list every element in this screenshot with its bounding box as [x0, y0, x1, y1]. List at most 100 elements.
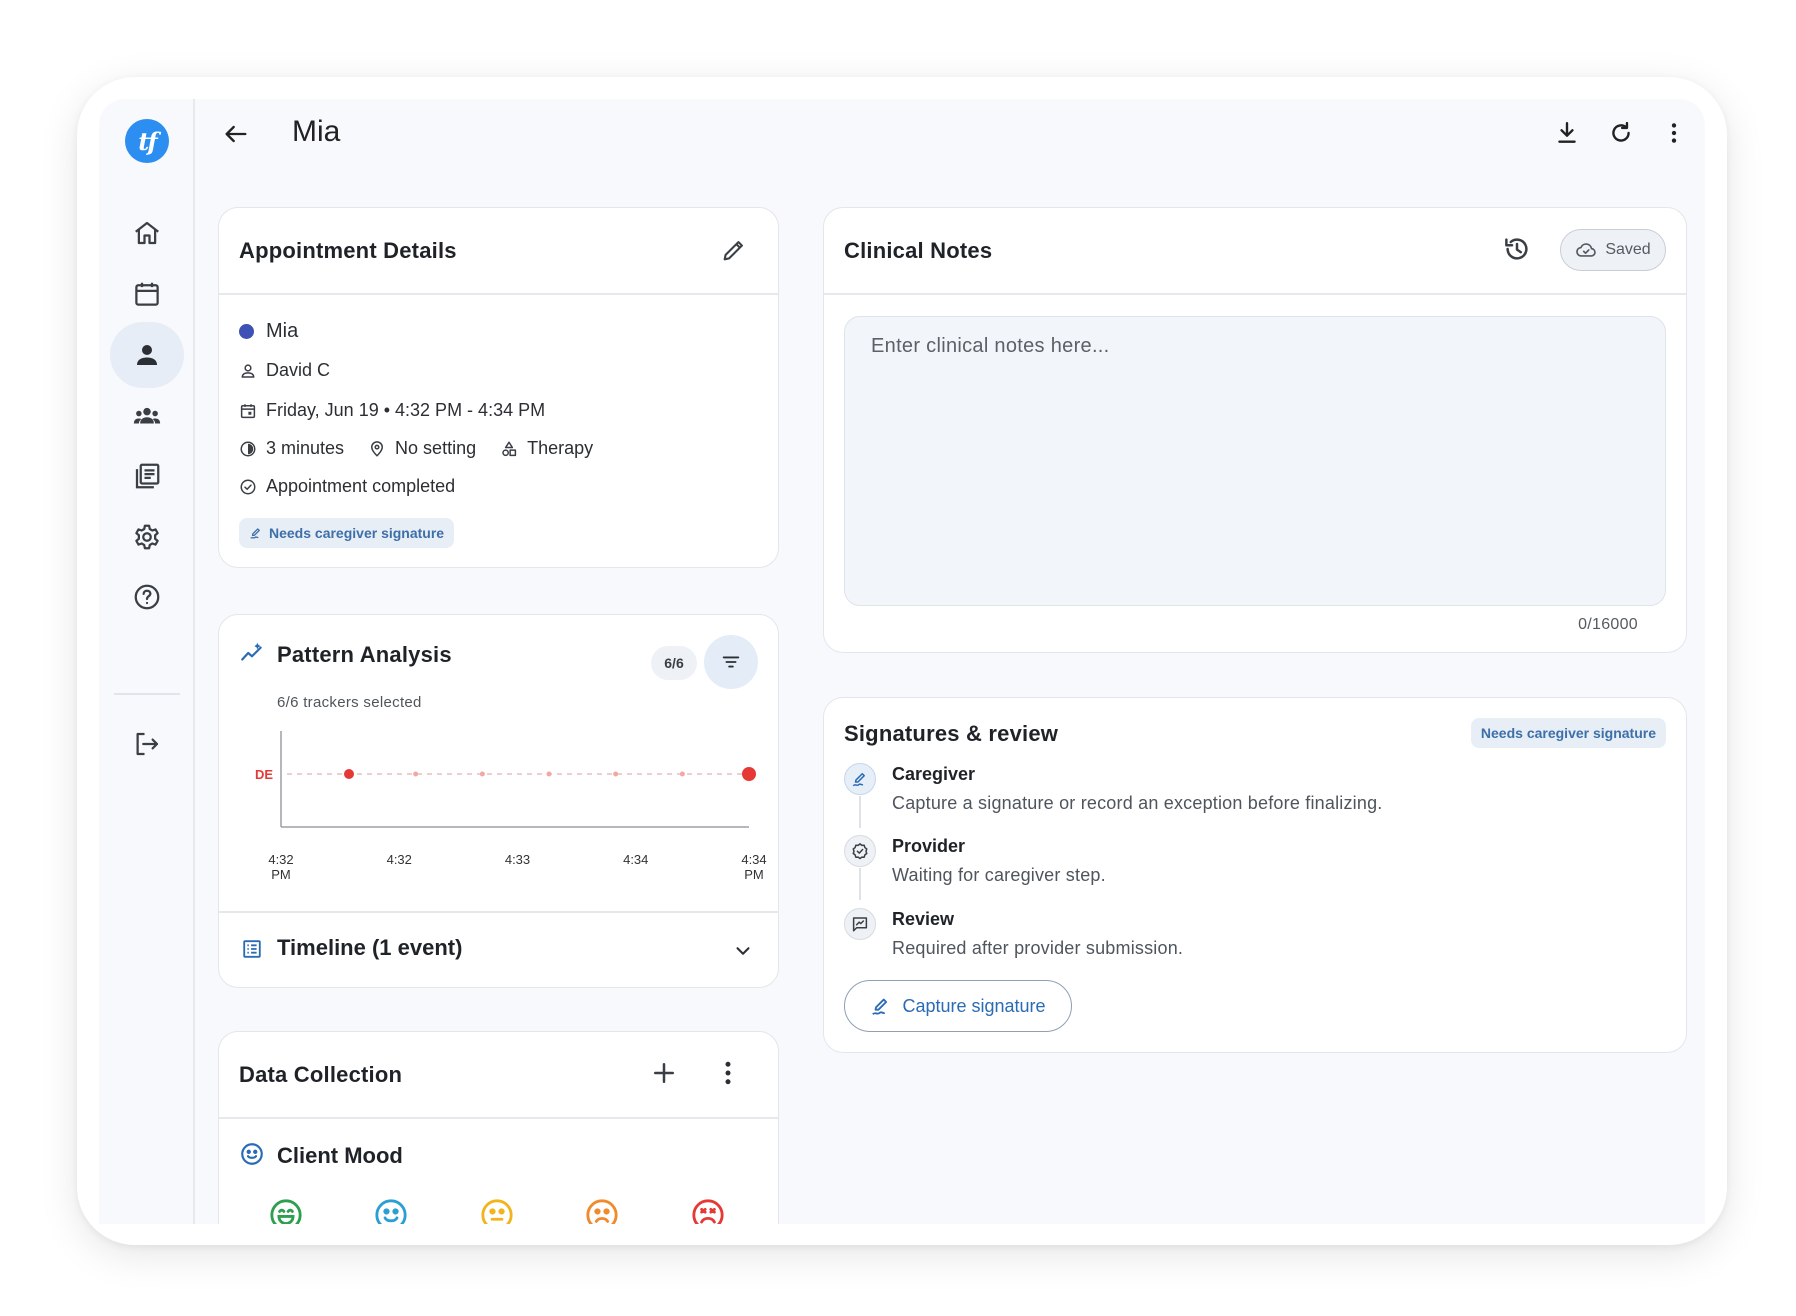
cloud-done-icon — [1576, 243, 1597, 257]
plus-icon — [654, 1063, 674, 1083]
sidebar-item-home[interactable] — [110, 200, 184, 266]
card-divider — [219, 1117, 778, 1119]
arrow-left-icon — [225, 125, 247, 143]
capture-signature-label: Capture signature — [902, 995, 1046, 1016]
pattern-analysis-card: Pattern Analysis 6/6 6/6 trackers select… — [218, 614, 779, 988]
calendar-icon — [135, 282, 159, 306]
add-data-button[interactable] — [649, 1058, 679, 1093]
trackers-selected-text: 6/6 trackers selected — [277, 694, 422, 711]
timelapse-icon — [240, 441, 256, 456]
clinical-notes-textarea[interactable]: Enter clinical notes here... — [844, 316, 1666, 606]
signatures-review-card: Signatures & review Needs caregiver sign… — [823, 697, 1687, 1053]
refresh-icon — [1612, 121, 1630, 142]
location-pin-icon — [371, 440, 384, 457]
person-outline-icon — [241, 363, 255, 378]
pattern-analysis-title: Pattern Analysis — [277, 642, 452, 667]
needs-signature-chip-label: Needs caregiver signature — [269, 525, 445, 541]
download-button[interactable] — [1550, 116, 1584, 150]
pencil-icon — [723, 241, 743, 261]
review-step-icon — [844, 908, 876, 940]
app-logo[interactable]: tf — [125, 119, 169, 163]
refresh-button[interactable] — [1604, 116, 1638, 150]
status-row: Appointment completed — [239, 476, 455, 497]
capture-signature-button[interactable]: Capture signature — [844, 980, 1072, 1032]
list-alt-icon — [243, 940, 261, 958]
history-icon — [1505, 238, 1528, 260]
chart-x-tick-label: 4:32 PM — [268, 852, 294, 882]
review-icon — [852, 917, 868, 932]
filter-button[interactable] — [704, 635, 758, 689]
client-color-dot — [239, 324, 254, 339]
history-button[interactable] — [1502, 234, 1532, 269]
sidebar-item-settings[interactable] — [110, 504, 184, 570]
saved-label: Saved — [1605, 241, 1651, 258]
client-row: Mia — [239, 320, 298, 343]
sidebar-divider — [114, 693, 180, 695]
provider-row: David C — [239, 360, 330, 381]
sidebar: tf — [99, 99, 195, 1224]
step-connector — [859, 868, 861, 900]
sidebar-item-calendar[interactable] — [110, 261, 184, 327]
sidebar-item-clients[interactable] — [110, 322, 184, 388]
person-icon — [137, 345, 157, 365]
very-sad-icon[interactable] — [691, 1198, 725, 1224]
clinical-notes-card: Clinical Notes Saved Enter clinical note… — [823, 207, 1687, 653]
app-screen: tf Mia Appointment Details Mia David C F… — [99, 99, 1705, 1224]
provider-step-title: Provider — [892, 836, 966, 856]
chart-guide-point — [679, 771, 685, 777]
signatures-review-title: Signatures & review — [844, 721, 1059, 746]
category-icon — [502, 441, 517, 456]
provider-name: David C — [266, 360, 331, 380]
download-icon — [1558, 122, 1576, 143]
data-collection-more-button[interactable] — [713, 1058, 743, 1093]
chart-data-point — [344, 769, 354, 779]
appointment-duration: 3 minutes — [266, 438, 345, 458]
review-step-title: Review — [892, 909, 955, 929]
edit-button[interactable] — [720, 236, 748, 269]
chart-x-tick-label: 4:32 — [386, 852, 412, 867]
caregiver-step-title: Caregiver — [892, 764, 976, 784]
client-name: Mia — [266, 320, 299, 342]
timeline-toggle[interactable]: Timeline (1 event) — [219, 913, 778, 987]
signature-icon — [852, 773, 865, 787]
more-vertical-icon — [1671, 123, 1677, 143]
group-icon — [133, 407, 161, 424]
sidebar-item-logout[interactable] — [110, 711, 184, 777]
appointment-status: Appointment completed — [266, 476, 456, 496]
caregiver-step-icon — [844, 763, 876, 795]
more-options-button[interactable] — [1657, 116, 1691, 150]
appointment-details-title: Appointment Details — [239, 238, 457, 263]
calendar-event-icon — [240, 403, 256, 418]
chart-guide-point — [613, 771, 619, 777]
data-collection-card: Data Collection Client Mood — [218, 1031, 779, 1224]
check-circle-icon — [240, 479, 256, 494]
step-connector — [859, 796, 861, 828]
duration-row: 3 minutes No setting Therapy — [239, 438, 593, 459]
signatures-needs-signature-chip: Needs caregiver signature — [1470, 718, 1666, 748]
chevron-down-icon — [736, 947, 750, 955]
timeline-title: Timeline (1 event) — [277, 935, 463, 960]
data-collection-title: Data Collection — [239, 1062, 403, 1087]
appointment-service: Therapy — [527, 438, 594, 458]
provider-step-icon — [844, 835, 876, 867]
client-mood-title: Client Mood — [277, 1143, 403, 1168]
neutral-icon[interactable] — [480, 1198, 514, 1224]
chart-x-tick-label: 4:34 — [623, 852, 649, 867]
sidebar-item-groups[interactable] — [110, 383, 184, 449]
insights-icon — [241, 643, 262, 661]
page-title: Mia — [292, 115, 341, 148]
sidebar-item-help[interactable] — [110, 564, 184, 630]
clinical-notes-title: Clinical Notes — [844, 238, 993, 263]
sidebar-item-library[interactable] — [110, 443, 184, 509]
happy-icon[interactable] — [374, 1198, 408, 1224]
sad-icon[interactable] — [585, 1198, 619, 1224]
character-counter: 0/16000 — [1578, 616, 1638, 633]
chart-guide-point — [413, 771, 419, 777]
review-step-desc: Required after provider submission. — [892, 938, 1184, 958]
very-happy-icon[interactable] — [269, 1198, 303, 1224]
chart-data-point — [742, 767, 756, 781]
back-button[interactable] — [219, 117, 253, 151]
chart-guide-point — [479, 771, 485, 777]
home-icon — [135, 221, 159, 245]
appointment-details-card: Appointment Details Mia David C Friday, … — [218, 207, 779, 568]
